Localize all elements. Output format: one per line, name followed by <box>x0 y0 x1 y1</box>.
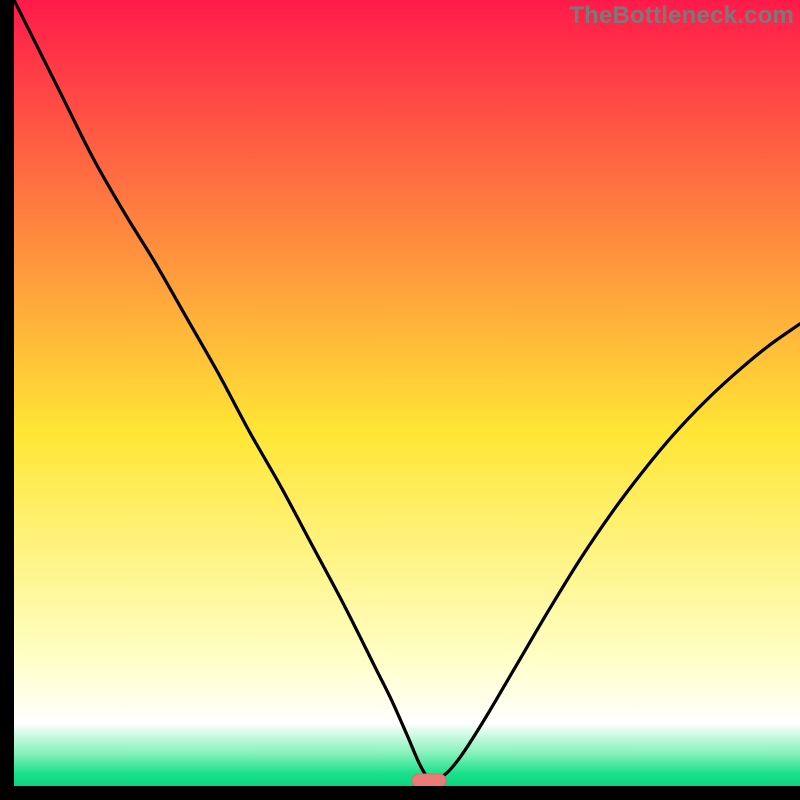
bottleneck-chart <box>14 0 800 786</box>
chart-frame: TheBottleneck.com <box>14 0 800 786</box>
watermark-text: TheBottleneck.com <box>569 2 794 30</box>
optimum-marker <box>412 774 446 786</box>
gradient-background <box>14 0 800 786</box>
